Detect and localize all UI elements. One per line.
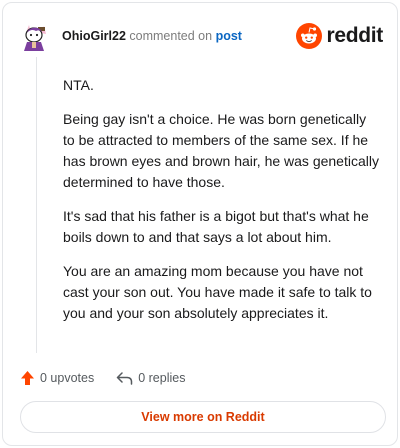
upvote-count: 0 upvotes: [40, 371, 95, 385]
reddit-snoo-icon: [296, 23, 323, 49]
comment-paragraph: It's sad that his father is a bigot but …: [63, 208, 369, 245]
upvote-arrow-icon[interactable]: [20, 370, 35, 386]
upvote-action[interactable]: 0 upvotes: [20, 370, 94, 386]
comment-paragraph: NTA.: [63, 77, 94, 93]
comment-actions: 0 upvotes 0 replies: [20, 367, 185, 389]
post-link[interactable]: post: [216, 29, 242, 43]
comment-embed-card: OhioGirl22 commented on post reddit NTA.…: [2, 2, 398, 446]
comment-header: OhioGirl22 commented on post reddit: [20, 20, 383, 52]
byline: OhioGirl22 commented on post: [62, 30, 242, 43]
reddit-brand[interactable]: reddit: [296, 23, 383, 49]
comment-paragraph: You are an amazing mom because you have …: [63, 263, 372, 321]
reply-arrow-icon[interactable]: [116, 371, 133, 385]
comment-paragraph: Being gay isn't a choice. He was born ge…: [63, 111, 379, 190]
reply-count: 0 replies: [138, 371, 186, 385]
reply-action[interactable]: 0 replies: [116, 371, 185, 385]
comment-body: NTA. Being gay isn't a choice. He was bo…: [63, 75, 381, 337]
view-more-button[interactable]: View more on Reddit: [20, 401, 386, 433]
thread-line: [36, 57, 37, 353]
byline-verb: commented on: [129, 28, 213, 43]
author-username[interactable]: OhioGirl22: [62, 29, 126, 43]
user-avatar[interactable]: [20, 21, 50, 51]
reddit-wordmark: reddit: [326, 24, 383, 47]
